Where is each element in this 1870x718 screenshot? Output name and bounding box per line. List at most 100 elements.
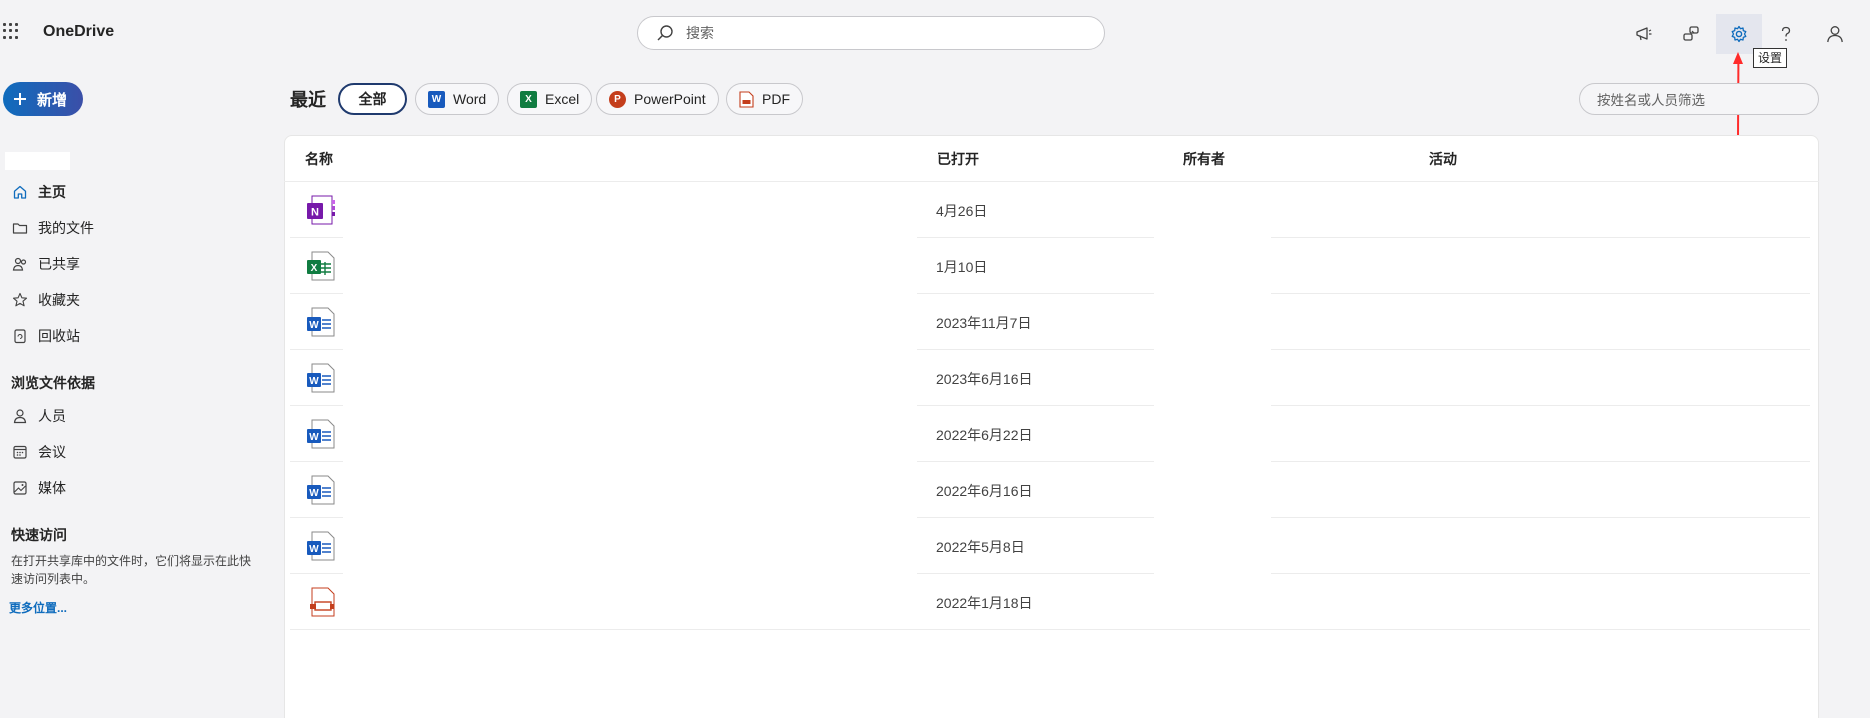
onenote-file-icon: N bbox=[304, 194, 336, 226]
filter-all[interactable]: 全部 bbox=[338, 83, 407, 115]
filter-excel[interactable]: X Excel bbox=[507, 83, 593, 115]
row-divider bbox=[290, 517, 343, 518]
quick-access-description: 在打开共享库中的文件时，它们将显示在此快速访问列表中。 bbox=[11, 554, 252, 586]
row-divider bbox=[290, 293, 343, 294]
column-header-activity[interactable]: 活动 bbox=[1429, 149, 1457, 169]
column-header-name[interactable]: 名称 bbox=[305, 149, 333, 169]
table-row[interactable]: N 4月26日 bbox=[284, 182, 1819, 238]
row-divider bbox=[290, 573, 343, 574]
browse-by-heading: 浏览文件依据 bbox=[11, 375, 95, 391]
sidebar-item-recycle-bin[interactable]: 回收站 bbox=[12, 323, 80, 349]
word-file-icon: W bbox=[304, 474, 336, 506]
pdf-file-icon bbox=[304, 586, 336, 618]
svg-text:W: W bbox=[309, 320, 319, 331]
row-divider bbox=[1271, 405, 1810, 406]
filter-label: Word bbox=[453, 91, 487, 107]
filter-powerpoint[interactable]: P PowerPoint bbox=[596, 83, 719, 115]
word-file-icon: W bbox=[304, 530, 336, 562]
svg-text:X: X bbox=[311, 263, 318, 274]
pdf-icon bbox=[739, 90, 754, 108]
quick-access-heading: 快速访问 bbox=[11, 527, 67, 543]
excel-icon: X bbox=[520, 90, 537, 108]
folder-icon bbox=[12, 220, 28, 236]
sidebar-item-label: 会议 bbox=[38, 444, 66, 460]
filter-pdf[interactable]: PDF bbox=[726, 83, 803, 115]
filter-label: PDF bbox=[762, 91, 790, 107]
svg-text:W: W bbox=[309, 376, 319, 387]
row-divider bbox=[1271, 349, 1810, 350]
row-opened-date: 2022年1月18日 bbox=[936, 595, 1033, 611]
table-row[interactable]: W 2023年6月16日 bbox=[284, 350, 1819, 406]
word-file-icon: W bbox=[304, 306, 336, 338]
sidebar-item-label: 我的文件 bbox=[38, 220, 94, 236]
home-icon bbox=[12, 184, 28, 200]
row-divider bbox=[290, 405, 343, 406]
page-title: 最近 bbox=[290, 90, 326, 110]
megaphone-icon[interactable] bbox=[1621, 14, 1667, 54]
filter-label: 全部 bbox=[358, 91, 387, 107]
sidebar-item-label: 人员 bbox=[38, 408, 66, 424]
sidebar-item-my-files[interactable]: 我的文件 bbox=[12, 215, 94, 241]
row-opened-date: 2022年5月8日 bbox=[936, 539, 1025, 555]
row-divider bbox=[1271, 517, 1810, 518]
row-divider bbox=[917, 349, 1154, 350]
row-opened-date: 2023年11月7日 bbox=[936, 315, 1032, 331]
row-divider bbox=[917, 517, 1154, 518]
account-icon[interactable] bbox=[1812, 14, 1858, 54]
plus-icon bbox=[13, 92, 27, 106]
svg-text:N: N bbox=[311, 207, 319, 219]
filter-word[interactable]: W Word bbox=[415, 83, 500, 115]
row-divider bbox=[1271, 573, 1810, 574]
row-divider bbox=[1271, 237, 1810, 238]
new-button[interactable]: 新增 bbox=[3, 82, 83, 116]
recycle-bin-icon bbox=[12, 328, 28, 344]
search-box[interactable]: 搜索 bbox=[637, 16, 1105, 50]
row-divider bbox=[917, 461, 1154, 462]
word-file-icon: W bbox=[304, 362, 336, 394]
table-row[interactable]: W 2022年6月22日 bbox=[284, 406, 1819, 462]
svg-text:W: W bbox=[309, 488, 319, 499]
sidebar-item-label: 主页 bbox=[38, 184, 66, 200]
calendar-icon bbox=[12, 444, 28, 460]
row-divider bbox=[1271, 461, 1810, 462]
table-row[interactable]: X 1月10日 bbox=[284, 238, 1819, 294]
image-icon bbox=[12, 480, 28, 496]
column-header-opened[interactable]: 已打开 bbox=[937, 149, 979, 169]
search-input[interactable]: 搜索 bbox=[686, 23, 714, 43]
more-locations-link[interactable]: 更多位置... bbox=[9, 599, 67, 616]
row-divider bbox=[917, 237, 1154, 238]
sidebar-item-media[interactable]: 媒体 bbox=[12, 475, 66, 501]
filter-by-person-input[interactable]: 按姓名或人员筛选 bbox=[1579, 83, 1819, 115]
new-button-label: 新增 bbox=[37, 91, 68, 109]
excel-file-icon: X bbox=[304, 250, 336, 282]
sidebar-item-home[interactable]: 主页 bbox=[12, 179, 66, 205]
row-opened-date: 4月26日 bbox=[936, 203, 988, 219]
app-title[interactable]: OneDrive bbox=[43, 23, 114, 41]
word-file-icon: W bbox=[304, 418, 336, 450]
search-icon bbox=[656, 24, 674, 42]
table-row[interactable]: W 2022年6月16日 bbox=[284, 462, 1819, 518]
svg-text:W: W bbox=[309, 544, 319, 555]
row-opened-date: 2022年6月22日 bbox=[936, 427, 1033, 443]
app-launcher-icon[interactable] bbox=[3, 23, 19, 39]
column-header-owner[interactable]: 所有者 bbox=[1183, 149, 1225, 169]
table-row[interactable]: W 2023年11月7日 bbox=[284, 294, 1819, 350]
row-divider bbox=[917, 405, 1154, 406]
table-row[interactable]: 2022年1月18日 bbox=[284, 574, 1819, 630]
sidebar-item-meetings[interactable]: 会议 bbox=[12, 439, 66, 465]
sidebar-item-label: 收藏夹 bbox=[38, 292, 80, 308]
sidebar-item-label: 媒体 bbox=[38, 480, 66, 496]
person-icon bbox=[12, 408, 28, 424]
sidebar-item-favorites[interactable]: 收藏夹 bbox=[12, 287, 80, 313]
word-icon: W bbox=[428, 90, 445, 108]
row-divider bbox=[917, 573, 1154, 574]
table-row[interactable]: W 2022年5月8日 bbox=[284, 518, 1819, 574]
row-divider bbox=[290, 237, 343, 238]
sidebar-item-people[interactable]: 人员 bbox=[12, 403, 66, 429]
sidebar-item-shared[interactable]: 已共享 bbox=[12, 251, 80, 277]
row-divider bbox=[290, 629, 1810, 630]
account-name-placeholder bbox=[5, 152, 70, 170]
filter-label: PowerPoint bbox=[634, 91, 706, 107]
share-feedback-icon[interactable] bbox=[1668, 14, 1714, 54]
row-opened-date: 2023年6月16日 bbox=[936, 371, 1033, 387]
